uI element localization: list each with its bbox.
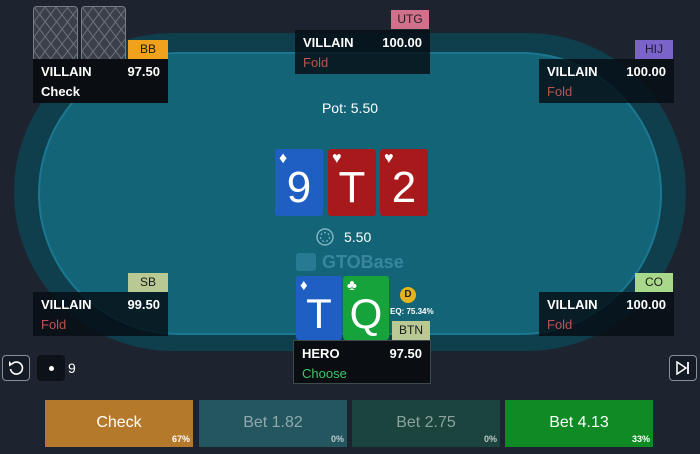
- position-tag-bb: BB: [128, 40, 168, 59]
- hero-card-2: ♣ Q: [343, 276, 389, 340]
- action-frequency: 67%: [171, 434, 190, 444]
- dot-icon: [48, 365, 54, 371]
- player-stack: 97.50: [127, 64, 160, 79]
- player-action: Fold: [303, 55, 329, 70]
- pot-amount: 5.50: [344, 229, 372, 245]
- player-stack: 100.00: [626, 64, 666, 79]
- seat-bb[interactable]: VILLAIN 97.50 Check: [33, 59, 168, 103]
- undo-button[interactable]: [2, 355, 30, 381]
- position-tag-hij: HIJ: [635, 40, 673, 59]
- player-stack: 100.00: [626, 297, 666, 312]
- board-card-1: ♦ 9: [275, 149, 323, 216]
- pot-label: Pot: 5.50: [321, 100, 379, 116]
- card-rank: T: [338, 163, 366, 212]
- card-rank: 9: [286, 163, 312, 212]
- dealer-button: D: [400, 287, 416, 303]
- player-name: HERO: [302, 346, 340, 361]
- gtobase-watermark: GTOBase: [296, 250, 404, 274]
- bet-1-82-button[interactable]: Bet 1.82 0%: [199, 400, 347, 447]
- player-stack: 99.50: [127, 297, 160, 312]
- check-button[interactable]: Check 67%: [45, 400, 193, 447]
- watermark-text: GTOBase: [322, 251, 404, 272]
- seat-co[interactable]: VILLAIN 100.00 Fold: [539, 292, 674, 336]
- street-dot-button[interactable]: [37, 355, 65, 381]
- action-label: Bet 2.75: [396, 414, 456, 431]
- action-label: Check: [96, 414, 142, 431]
- action-frequency: 0%: [330, 434, 344, 444]
- undo-icon: [9, 361, 24, 375]
- seat-hij[interactable]: VILLAIN 100.00 Fold: [539, 59, 674, 103]
- seat-utg[interactable]: VILLAIN 100.00 Fold: [295, 30, 430, 74]
- position-tag-utg: UTG: [391, 10, 429, 29]
- street-count: 9: [68, 360, 76, 376]
- position-tag-btn: BTN: [392, 321, 430, 340]
- position-tag-sb: SB: [128, 273, 168, 292]
- action-frequency: 33%: [631, 434, 650, 444]
- seat-sb[interactable]: VILLAIN 99.50 Fold: [33, 292, 168, 336]
- player-action: Fold: [41, 317, 67, 332]
- cardback-icon: [81, 6, 126, 65]
- position-tag-co: CO: [635, 273, 673, 292]
- player-action: Choose: [302, 366, 347, 381]
- gtobase-logo-icon: [296, 253, 316, 271]
- board-card-3: ♥ 2: [380, 149, 428, 216]
- cardback-icon: [33, 6, 78, 65]
- card-rank: 2: [391, 163, 417, 212]
- board-card-2: ♥ T: [328, 149, 376, 216]
- hero-equity: EQ: 75.34%: [390, 307, 434, 316]
- player-action: Fold: [547, 317, 573, 332]
- hero-card-1: ♦ T: [296, 276, 342, 340]
- bet-2-75-button[interactable]: Bet 2.75 0%: [352, 400, 500, 447]
- action-label: Bet 1.82: [243, 414, 303, 431]
- player-name: VILLAIN: [303, 35, 354, 50]
- skip-to-end-button[interactable]: [669, 355, 697, 381]
- chip-icon: [316, 228, 334, 246]
- player-stack: 100.00: [382, 35, 422, 50]
- skip-forward-icon: [676, 361, 689, 375]
- bet-4-13-button[interactable]: Bet 4.13 33%: [505, 400, 653, 447]
- player-name: VILLAIN: [547, 64, 598, 79]
- player-action: Check: [41, 84, 81, 99]
- card-rank: Q: [349, 290, 383, 337]
- action-label: Bet 4.13: [549, 414, 609, 431]
- card-rank: T: [306, 290, 332, 337]
- player-name: VILLAIN: [41, 297, 92, 312]
- player-stack: 97.50: [389, 346, 422, 361]
- action-frequency: 0%: [483, 434, 497, 444]
- player-name: VILLAIN: [41, 64, 92, 79]
- seat-hero[interactable]: HERO 97.50 Choose: [293, 340, 431, 384]
- player-name: VILLAIN: [547, 297, 598, 312]
- player-action: Fold: [547, 84, 573, 99]
